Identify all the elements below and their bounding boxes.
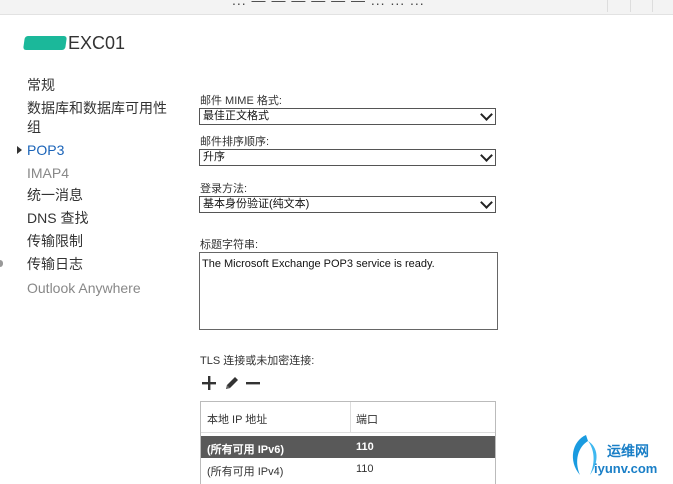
login-method-label: 登录方法: <box>200 183 248 195</box>
add-icon <box>202 376 216 390</box>
row-ip: (所有可用 IPv4) <box>207 466 284 478</box>
remove-button[interactable] <box>244 374 262 392</box>
table-row[interactable]: (所有可用 IPv4) 110 <box>201 458 495 480</box>
nav-item-transport-limits[interactable]: 传输限制 <box>27 231 83 251</box>
add-button[interactable] <box>200 374 218 392</box>
mime-format-select[interactable]: 最佳正文格式 <box>199 108 496 125</box>
nav-item-outlook-anywhere[interactable]: Outlook Anywhere <box>27 278 141 298</box>
nav-item-databases-cont[interactable]: 组 <box>27 117 41 137</box>
site-watermark: 运维网 iyunv.com <box>566 427 673 484</box>
mime-format-label: 邮件 MIME 格式: <box>200 95 282 107</box>
window-title: ... — — — — — — ... ... ... <box>232 0 425 8</box>
nav-item-transport-logs[interactable]: 传输日志 <box>27 254 83 274</box>
nav-item-imap4[interactable]: IMAP4 <box>27 163 69 183</box>
row-port: 110 <box>356 441 374 453</box>
close-button[interactable] <box>652 0 673 12</box>
chevron-down-icon <box>480 149 493 162</box>
column-divider <box>350 402 351 432</box>
column-header-ip[interactable]: 本地 IP 地址 <box>207 411 267 427</box>
login-method-value: 基本身份验证(纯文本) <box>203 198 310 210</box>
banner-label: 标题字符串: <box>200 239 259 251</box>
nav-item-unified-messaging[interactable]: 统一消息 <box>27 185 83 205</box>
nav-item-pop3[interactable]: POP3 <box>27 140 64 160</box>
splitter-handle[interactable] <box>0 260 3 267</box>
minus-icon <box>246 382 260 385</box>
sort-order-value: 升序 <box>203 151 225 163</box>
pencil-icon <box>225 376 238 389</box>
selected-arrow-icon <box>17 146 22 154</box>
edit-button[interactable] <box>222 374 240 392</box>
server-title: EXC01 <box>23 32 126 53</box>
server-name-suffix: EXC01 <box>68 32 126 53</box>
login-method-select[interactable]: 基本身份验证(纯文本) <box>199 196 496 213</box>
window-title-bar: ... — — — — — — ... ... ... <box>0 0 673 15</box>
sort-order-select[interactable]: 升序 <box>199 149 496 166</box>
nav-item-general[interactable]: 常规 <box>27 75 55 95</box>
table-header: 本地 IP 地址 端口 <box>201 402 495 433</box>
chevron-down-icon <box>480 196 493 209</box>
table-row[interactable]: (所有可用 IPv6) 110 <box>201 436 495 458</box>
mime-format-value: 最佳正文格式 <box>203 110 269 122</box>
banner-textarea[interactable]: The Microsoft Exchange POP3 service is r… <box>199 252 498 330</box>
nav-item-dns-lookup[interactable]: DNS 查找 <box>27 208 88 228</box>
row-ip: (所有可用 IPv6) <box>207 444 285 456</box>
maximize-button[interactable] <box>630 0 653 12</box>
nav-item-databases[interactable]: 数据库和数据库可用性 <box>27 98 167 118</box>
column-header-port[interactable]: 端口 <box>356 411 378 427</box>
binding-toolbar <box>200 373 262 393</box>
minimize-button[interactable] <box>607 0 630 12</box>
tls-label: TLS 连接或未加密连接: <box>200 355 315 367</box>
sort-order-label: 邮件排序顺序: <box>200 136 270 148</box>
redacted-name <box>23 36 67 50</box>
watermark-url: iyunv.com <box>594 461 658 476</box>
watermark-text: 运维网 <box>607 443 649 459</box>
row-port: 110 <box>356 463 374 475</box>
bindings-table: 本地 IP 地址 端口 (所有可用 IPv6) 110 (所有可用 IPv4) … <box>200 401 496 484</box>
chevron-down-icon <box>480 108 493 121</box>
